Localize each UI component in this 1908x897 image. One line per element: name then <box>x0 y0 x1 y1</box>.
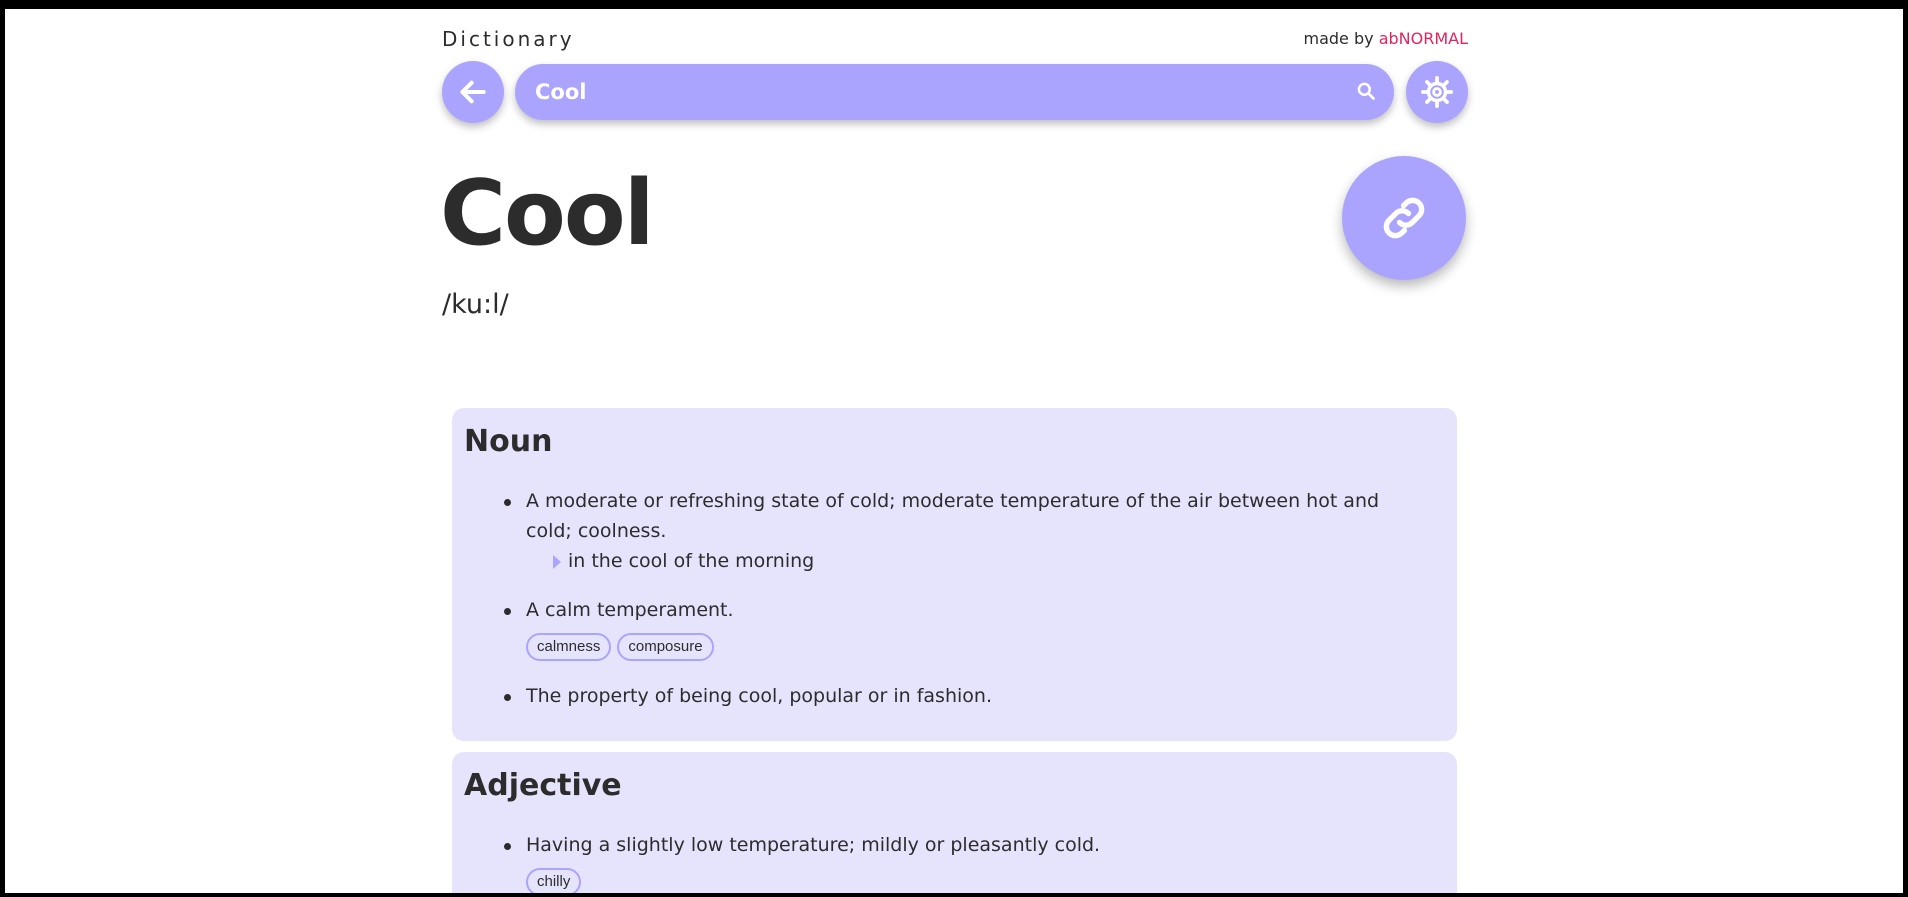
gear-icon <box>1420 75 1454 109</box>
definition-text: A calm temperament. <box>526 599 734 621</box>
meaning-card-noun: Noun A moderate or refreshing state of c… <box>452 408 1457 741</box>
definition-item: A calm temperament. <box>504 595 1426 625</box>
settings-button[interactable] <box>1406 61 1468 123</box>
definition-item: Having a slightly low temperature; mildl… <box>504 830 1426 860</box>
top-bar: Dictionary made by abNORMAL <box>442 27 1468 55</box>
synonym-tag[interactable]: composure <box>617 633 714 661</box>
headword: Cool <box>440 161 655 266</box>
app-title: Dictionary <box>442 27 575 51</box>
search-icon[interactable] <box>1356 81 1376 101</box>
definition-text: A moderate or refreshing state of cold; … <box>526 490 1380 542</box>
bullet-icon <box>504 843 511 850</box>
part-of-speech: Adjective <box>464 768 622 803</box>
link-icon <box>1383 197 1425 239</box>
part-of-speech: Noun <box>464 424 553 459</box>
synonym-list: chilly <box>526 868 582 893</box>
app-window: Dictionary made by abNORMAL Cool Cool /k… <box>5 9 1903 893</box>
credit-prefix: made by <box>1303 29 1379 48</box>
bullet-icon <box>504 694 511 701</box>
synonym-tag[interactable]: calmness <box>526 633 612 661</box>
bullet-icon <box>504 608 511 615</box>
caret-right-icon <box>553 555 561 569</box>
search-input[interactable] <box>535 74 1315 110</box>
bullet-icon <box>504 499 511 506</box>
definition-item: A moderate or refreshing state of cold; … <box>504 486 1426 546</box>
definition-text: Having a slightly low temperature; mildl… <box>526 834 1101 856</box>
credit-line: made by abNORMAL <box>1304 29 1469 48</box>
back-button[interactable] <box>442 61 504 123</box>
arrow-left-icon <box>460 80 486 104</box>
definition-item: The property of being cool, popular or i… <box>504 681 1426 711</box>
search-bar <box>515 64 1394 120</box>
definition-text: The property of being cool, popular or i… <box>526 685 992 707</box>
example-sentence: in the cool of the morning <box>553 546 815 576</box>
phonetic: /ku:l/ <box>442 289 509 320</box>
synonym-tag[interactable]: chilly <box>526 868 582 893</box>
meaning-card-adjective: Adjective Having a slightly low temperat… <box>452 752 1457 893</box>
synonym-list: calmness composure <box>526 633 714 661</box>
example-text: in the cool of the morning <box>568 550 815 572</box>
share-link-button[interactable] <box>1342 156 1466 280</box>
credit-brand-link[interactable]: abNORMAL <box>1379 29 1468 48</box>
